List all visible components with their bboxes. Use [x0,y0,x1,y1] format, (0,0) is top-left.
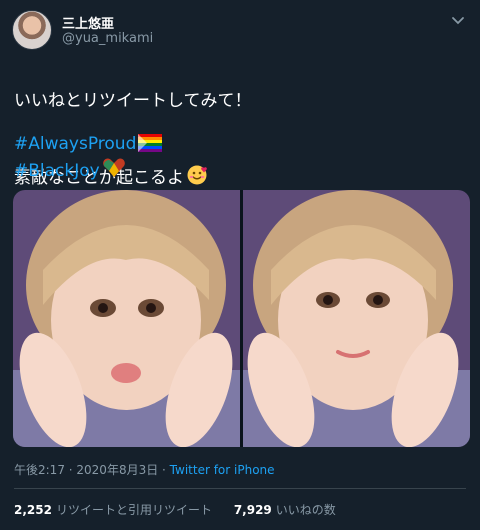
heart-emoji [102,158,125,177]
hashtag-blackjoy[interactable]: #BlackJoy [14,157,162,184]
tweet-line-1: いいねとリツイートしてみて！ [14,91,252,111]
separator: · [64,463,77,477]
retweet-count: 2,252 [14,503,52,517]
user-handle[interactable]: @yua_mikami [62,31,153,46]
chevron-down-icon[interactable] [450,14,466,28]
tweet-time[interactable]: 午後2:17 [14,463,65,477]
photo-left[interactable] [13,190,240,447]
hashtag-alwaysproud[interactable]: #AlwaysProud [14,132,163,157]
like-count: 7,929 [233,503,272,517]
photo-right[interactable] [243,190,470,447]
hashtag-list: #AlwaysProud #BlackJoy [14,132,163,184]
rainbow-flag-emoji [138,134,163,152]
tweet-stats: 2,252 リツイートと引用リツイート 7,929 いいねの数 [14,501,336,518]
tweet-header: 三上悠亜 @yua_mikami [12,10,468,50]
media-grid[interactable] [13,190,470,447]
tweet-source[interactable]: Twitter for iPhone [170,463,275,477]
like-label: いいねの数 [275,503,336,517]
tweet-date[interactable]: 2020年8月3日 [76,463,158,477]
like-stat[interactable]: 7,929 いいねの数 [234,503,336,517]
separator: · [158,463,170,477]
divider [14,488,466,489]
avatar[interactable] [12,10,52,50]
smiling-face-with-hearts-emoji [187,165,207,185]
display-name[interactable]: 三上悠亜 [62,13,114,32]
retweet-stat[interactable]: 2,252 リツイートと引用リツイート [14,503,212,517]
retweet-label: リツイートと引用リツイート [55,503,212,517]
tweet-meta: 午後2:17 · 2020年8月3日 · Twitter for iPhone [14,461,275,478]
